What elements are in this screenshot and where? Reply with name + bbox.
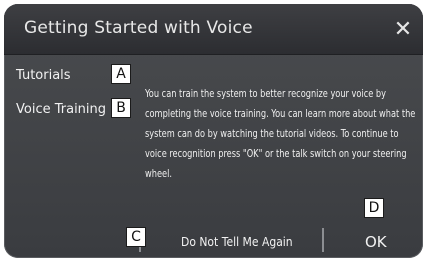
footer-divider (322, 228, 324, 252)
do-not-tell-me-again-button[interactable]: Do Not Tell Me Again (181, 228, 293, 256)
callout-label-c: C (126, 227, 146, 247)
dialog-message: You can train the system to better recog… (145, 88, 416, 180)
close-icon[interactable]: ✕ (389, 16, 417, 44)
title-bar: Getting Started with Voice ✕ (4, 4, 423, 55)
ok-button[interactable]: OK (365, 228, 387, 256)
callout-label-d: D (364, 198, 384, 218)
callout-label-a: A (111, 64, 131, 84)
voice-dialog-screen: Getting Started with Voice ✕ Tutorials V… (4, 4, 423, 258)
sidebar-item-tutorials[interactable]: Tutorials (16, 68, 71, 83)
dialog-title: Getting Started with Voice (24, 18, 253, 38)
callout-label-b: B (111, 98, 131, 118)
sidebar-item-voice-training[interactable]: Voice Training (16, 102, 106, 117)
